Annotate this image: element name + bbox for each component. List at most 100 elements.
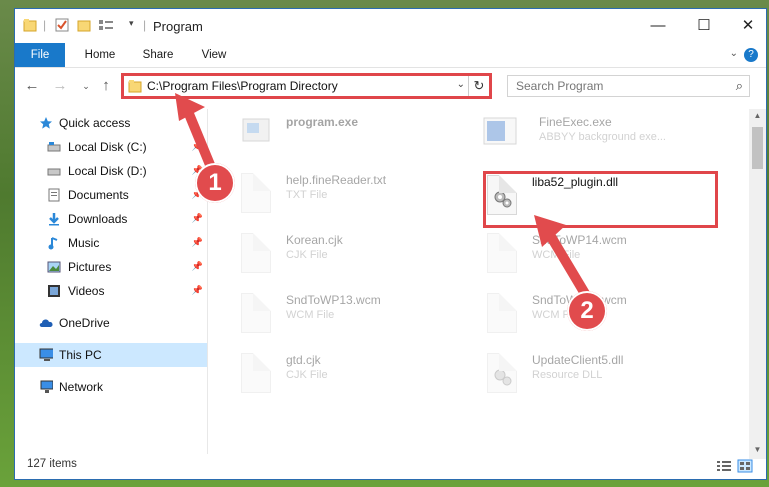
pictures-icon (47, 261, 61, 273)
sidebar-item-onedrive[interactable]: OneDrive (15, 311, 207, 335)
pin-icon[interactable]: 📌 (192, 285, 203, 296)
maximize-button[interactable]: ☐ (689, 15, 719, 37)
chevron-down-icon[interactable]: ⌄ (457, 79, 465, 90)
sidebar-item-label: Network (59, 380, 104, 394)
file-name: FineExec.exe (539, 115, 612, 129)
file-type: Resource DLL (532, 369, 603, 381)
title-bar: | ▾ | Program — ☐ ✕ (15, 9, 766, 41)
folder-icon (23, 19, 37, 32)
scroll-up-icon[interactable]: ▲ (749, 111, 766, 120)
search-placeholder: Search Program (516, 79, 604, 93)
new-folder-icon[interactable] (77, 18, 91, 32)
file-item[interactable]: gtd.cjk CJK File (241, 353, 471, 403)
gear-icon (494, 369, 512, 386)
file-name: program.exe (286, 115, 359, 129)
sidebar-item-label: Videos (68, 284, 105, 298)
sidebar-item-label: Local Disk (C:) (68, 140, 147, 154)
sidebar-item-label: Local Disk (D:) (68, 164, 147, 178)
sidebar-item-label: Quick access (59, 116, 131, 130)
file-name: help.fineReader.txt (286, 173, 387, 187)
sidebar-item-label: Downloads (68, 212, 128, 226)
folder-icon (128, 80, 142, 93)
file-item[interactable]: Korean.cjk CJK File (241, 233, 471, 283)
back-arrow-icon[interactable]: ← (23, 75, 41, 97)
file-type: CJK File (286, 369, 328, 381)
tab-file[interactable]: File (15, 43, 65, 67)
sidebar-item-label: Music (68, 236, 100, 250)
pc-icon (39, 348, 53, 361)
dll-file-icon (487, 353, 517, 393)
large-icons-view-icon[interactable] (737, 459, 753, 473)
window-title: Program (153, 19, 203, 34)
close-button[interactable]: ✕ (733, 15, 763, 37)
file-name: gtd.cjk (286, 353, 321, 367)
ribbon-tabs: File Home Share View ⌄ ? (15, 43, 766, 68)
drive-icon (47, 168, 61, 176)
star-icon (40, 117, 52, 129)
file-type: WCM File (286, 309, 335, 321)
music-icon (48, 237, 58, 250)
pin-icon[interactable]: 📌 (192, 237, 203, 248)
documents-icon (48, 188, 60, 202)
file-name: UpdateClient5.dll (532, 353, 624, 367)
sidebar-item-label: Pictures (68, 260, 112, 274)
file-item[interactable]: UpdateClient5.dll Resource DLL (487, 353, 717, 403)
file-icon (487, 233, 517, 273)
file-name: Korean.cjk (286, 233, 343, 247)
separator: | (143, 18, 147, 32)
sidebar-item-pictures[interactable]: Pictures 📌 (15, 255, 207, 279)
sidebar-item-label: OneDrive (59, 316, 110, 330)
file-item[interactable]: help.fineReader.txt TXT File (241, 173, 471, 223)
step-badge-2: 2 (567, 291, 607, 331)
forward-arrow-icon[interactable]: → (51, 75, 69, 97)
search-icon[interactable]: ⌕ (736, 78, 743, 94)
network-icon (40, 380, 53, 393)
file-icon (241, 233, 271, 273)
sidebar-item-videos[interactable]: Videos 📌 (15, 279, 207, 303)
tab-share[interactable]: Share (133, 43, 183, 67)
sidebar-item-this-pc[interactable]: This PC (15, 343, 207, 367)
file-item[interactable]: program.exe (241, 115, 471, 165)
properties-icon[interactable] (55, 18, 69, 32)
file-icon (241, 353, 271, 393)
help-icon[interactable]: ? (744, 48, 758, 62)
refresh-icon[interactable]: ↻ (468, 76, 489, 96)
cloud-icon (39, 319, 53, 327)
separator: | (43, 18, 47, 32)
sidebar-item-label: This PC (59, 348, 102, 362)
search-input[interactable]: Search Program ⌕ (507, 75, 750, 97)
sidebar-item-downloads[interactable]: Downloads 📌 (15, 207, 207, 231)
file-type: TXT File (286, 189, 328, 201)
customize-icon[interactable] (98, 18, 114, 32)
file-name: SndToWP13.wcm (286, 293, 381, 307)
file-type: CJK File (286, 249, 328, 261)
up-arrow-icon[interactable]: ↑ (97, 75, 115, 97)
explorer-window: | ▾ | Program — ☐ ✕ File Home Share View… (14, 8, 767, 480)
pin-icon[interactable]: 📌 (192, 213, 203, 224)
exe-icon (483, 117, 517, 145)
vertical-scrollbar[interactable]: ▲ ▼ (749, 109, 766, 459)
sidebar-item-music[interactable]: Music 📌 (15, 231, 207, 255)
pin-icon[interactable]: 📌 (192, 261, 203, 272)
file-icon (241, 293, 271, 333)
videos-icon (48, 285, 60, 297)
status-item-count: 127 items (27, 458, 77, 470)
download-icon (49, 213, 59, 226)
scroll-down-icon[interactable]: ▼ (749, 445, 766, 454)
chevron-down-icon[interactable]: ▾ (129, 18, 134, 29)
scroll-thumb[interactable] (752, 127, 763, 169)
sidebar-item-network[interactable]: Network (15, 375, 207, 399)
file-icon (487, 293, 517, 333)
drive-icon (47, 142, 61, 152)
sidebar-item-label: Documents (68, 188, 129, 202)
chevron-down-icon[interactable]: ⌄ (730, 48, 738, 59)
tab-view[interactable]: View (189, 43, 239, 67)
file-type: ABBYY background exe... (539, 131, 666, 143)
chevron-down-icon[interactable]: ⌄ (77, 75, 95, 97)
tab-home[interactable]: Home (75, 43, 125, 67)
file-item[interactable]: FineExec.exe ABBYY background exe... (483, 115, 713, 165)
file-item[interactable]: SndToWP13.wcm WCM File (241, 293, 471, 343)
details-view-icon[interactable] (716, 459, 732, 473)
step-badge-1: 1 (195, 163, 235, 203)
minimize-button[interactable]: — (643, 15, 673, 37)
